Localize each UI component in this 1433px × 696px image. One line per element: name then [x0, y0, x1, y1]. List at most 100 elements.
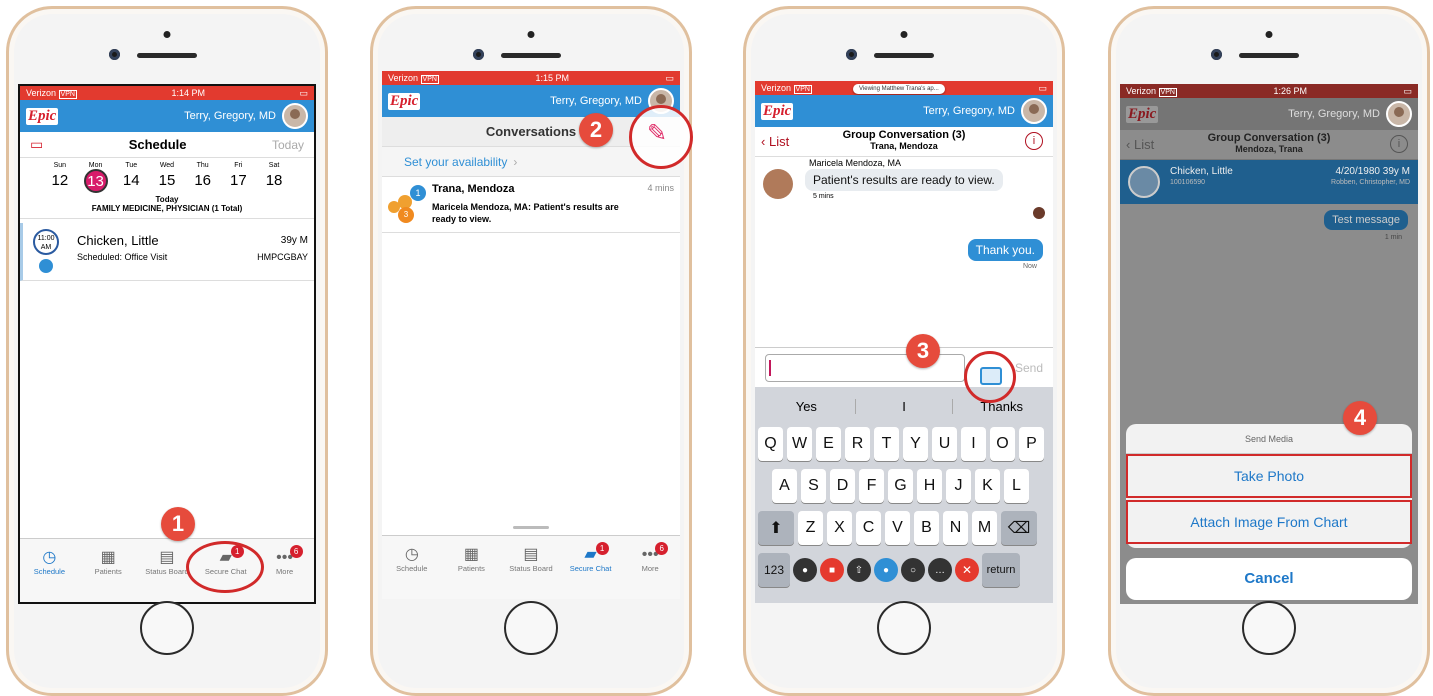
- conversation-row[interactable]: 3 1 Trana, Mendoza 4 mins Maricela Mendo…: [382, 177, 680, 233]
- day-cell[interactable]: Thu 16: [187, 162, 219, 193]
- home-button[interactable]: [877, 601, 931, 655]
- key[interactable]: Q: [758, 427, 783, 461]
- day-date: 17: [230, 172, 247, 189]
- more-options-icon[interactable]: …: [928, 558, 952, 582]
- avatar[interactable]: [282, 103, 308, 129]
- key[interactable]: L: [1004, 469, 1029, 503]
- attach-image-button[interactable]: Attach Image From Chart: [1126, 500, 1412, 544]
- tab-label: Patients: [94, 567, 122, 576]
- key[interactable]: D: [830, 469, 855, 503]
- read-receipt-avatar: [1033, 207, 1045, 219]
- tab-more[interactable]: ••• 6 More: [257, 545, 313, 576]
- tab-status-board[interactable]: ▤ Status Board: [503, 546, 559, 573]
- key[interactable]: F: [859, 469, 884, 503]
- key[interactable]: U: [932, 427, 957, 461]
- board-icon: ▤: [523, 546, 539, 563]
- key[interactable]: Z: [798, 511, 823, 545]
- key[interactable]: H: [917, 469, 942, 503]
- day-cell[interactable]: Wed 15: [151, 162, 183, 193]
- day-cell[interactable]: Sun 12: [44, 162, 76, 193]
- appointment-row[interactable]: 11:00 AM Chicken, Little 39y M Scheduled…: [20, 223, 314, 281]
- key[interactable]: Y: [903, 427, 928, 461]
- key[interactable]: M: [972, 511, 997, 545]
- day-cell[interactable]: Sat 18: [258, 162, 290, 193]
- numbers-key[interactable]: 123: [758, 553, 790, 587]
- key[interactable]: N: [943, 511, 968, 545]
- sender-avatar: [763, 169, 793, 199]
- take-photo-button[interactable]: Take Photo: [1126, 454, 1412, 498]
- tab-label: More: [641, 564, 659, 573]
- chat-bubble-icon[interactable]: ○: [901, 558, 925, 582]
- cancel-button[interactable]: Cancel: [1126, 558, 1412, 600]
- suggestion[interactable]: Thanks: [953, 399, 1050, 414]
- camera-dot: [1265, 31, 1273, 38]
- tab-label: Patients: [457, 564, 485, 573]
- key[interactable]: W: [787, 427, 812, 461]
- backspace-key[interactable]: ⌫: [1001, 511, 1037, 545]
- people-icon: ▦: [100, 549, 116, 566]
- key[interactable]: O: [990, 427, 1015, 461]
- key[interactable]: G: [888, 469, 913, 503]
- more-badge: 6: [655, 542, 669, 555]
- tab-more[interactable]: ••• 6 More: [622, 542, 678, 573]
- day-name: Fri: [234, 162, 243, 169]
- key[interactable]: I: [961, 427, 986, 461]
- home-button[interactable]: [1242, 601, 1296, 655]
- avatar[interactable]: [1386, 101, 1412, 127]
- key[interactable]: P: [1019, 427, 1044, 461]
- suggestion[interactable]: Yes: [758, 398, 856, 414]
- step-marker: 3: [906, 334, 940, 368]
- key[interactable]: A: [772, 469, 797, 503]
- key[interactable]: C: [856, 511, 881, 545]
- key[interactable]: X: [827, 511, 852, 545]
- drag-handle[interactable]: [513, 526, 549, 529]
- info-icon[interactable]: i: [1390, 135, 1408, 153]
- app-header: Epic Terry, Gregory, MD: [382, 85, 680, 117]
- home-button[interactable]: [140, 601, 194, 655]
- avatar[interactable]: [1021, 98, 1047, 124]
- more-badge: 6: [289, 545, 303, 558]
- mic-off-icon[interactable]: ●: [793, 558, 817, 582]
- send-button[interactable]: Send: [1015, 361, 1043, 375]
- key[interactable]: V: [885, 511, 910, 545]
- day-cell[interactable]: Tue 14: [115, 162, 147, 193]
- tab-secure-chat[interactable]: ▰ 1 Secure Chat: [563, 542, 619, 573]
- patient-banner[interactable]: Chicken, Little 100106590 4/20/1980 39y …: [1120, 160, 1418, 204]
- key[interactable]: E: [816, 427, 841, 461]
- tab-patients[interactable]: ▦ Patients: [80, 549, 136, 576]
- home-button[interactable]: [504, 601, 558, 655]
- folder-icon[interactable]: ▭: [30, 136, 43, 153]
- suggestion[interactable]: I: [856, 398, 954, 414]
- carrier: Verizon: [26, 88, 57, 98]
- participants-icon[interactable]: ●: [874, 558, 898, 582]
- tab-bar: ◷ Schedule ▦ Patients ▤ Status Board ▰ 1 Secu…: [382, 535, 680, 599]
- key[interactable]: S: [801, 469, 826, 503]
- day-cell[interactable]: Fri 17: [222, 162, 254, 193]
- key[interactable]: B: [914, 511, 939, 545]
- return-key[interactable]: return: [982, 553, 1020, 587]
- video-icon[interactable]: ■: [820, 558, 844, 582]
- chat-nav: ‹ List Group Conversation (3) Mendoza, T…: [1120, 130, 1418, 160]
- user-name: Terry, Gregory, MD: [1288, 108, 1380, 120]
- speaker: [137, 53, 197, 58]
- tab-label: More: [276, 567, 294, 576]
- tab-schedule[interactable]: ◷ Schedule: [21, 549, 77, 576]
- compose-icon[interactable]: ✎: [647, 119, 667, 148]
- status-bar: Verizon VPN ▭ Viewing Matthew Trana's ap…: [755, 81, 1053, 95]
- today-button[interactable]: Today: [272, 138, 304, 152]
- clock: 1:15 PM: [535, 73, 569, 83]
- shift-key[interactable]: ⬆: [758, 511, 794, 545]
- app-header: Epic Terry, Gregory, MD: [755, 95, 1053, 127]
- end-call-icon[interactable]: ✕: [955, 558, 979, 582]
- share-icon[interactable]: ⇧: [847, 558, 871, 582]
- info-icon[interactable]: i: [1025, 132, 1043, 150]
- key[interactable]: J: [946, 469, 971, 503]
- key[interactable]: K: [975, 469, 1000, 503]
- key[interactable]: T: [874, 427, 899, 461]
- key[interactable]: R: [845, 427, 870, 461]
- tab-patients[interactable]: ▦ Patients: [443, 546, 499, 573]
- image-icon[interactable]: [980, 367, 1002, 385]
- day-date: 15: [158, 172, 176, 189]
- tab-schedule[interactable]: ◷ Schedule: [384, 546, 440, 573]
- day-cell[interactable]: Mon 13: [80, 162, 112, 193]
